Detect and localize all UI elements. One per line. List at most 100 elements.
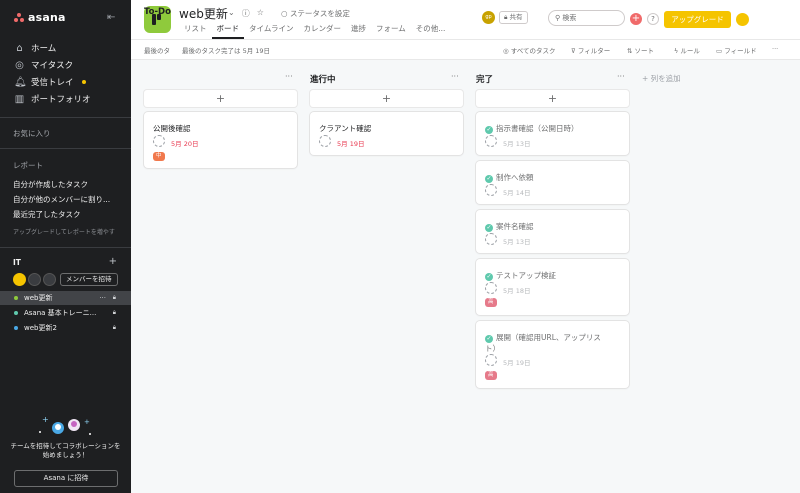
task-title: ✓ 制作へ依頼 [485, 173, 534, 183]
column-title[interactable]: 完了 [476, 73, 493, 85]
add-task-button[interactable]: + [476, 90, 629, 107]
completed-check-icon[interactable]: ✓ [485, 175, 493, 183]
assignee-icon[interactable] [485, 354, 497, 366]
nav-home[interactable]: ⌂ ホーム [14, 42, 56, 55]
chevron-down-icon[interactable]: ⌄ [228, 8, 235, 19]
due-date[interactable]: 5月 19日 [337, 138, 364, 148]
upgrade-reports-link[interactable]: アップグレードしてレポートを増やす [13, 227, 115, 236]
project-color-dot [14, 326, 18, 330]
tab-progress[interactable]: 進捗 [346, 23, 371, 39]
task-card[interactable]: ✓ 展開（確認用URL、アップリス ト） 5月 19日 高 [476, 321, 629, 388]
nav-inbox[interactable]: 🔔︎ 受信トレイ [14, 76, 86, 88]
assignee-icon[interactable] [485, 135, 497, 147]
user-avatar[interactable] [736, 13, 749, 26]
board-toolbar: 最後のタ 最後のタスク完了は 5月 19日 ◎ すべてのタスク ⊽ フィルター … [131, 40, 800, 60]
nav-portfolio[interactable]: ▥ ポートフォリオ [14, 93, 91, 106]
project-web-update[interactable]: web更新 ··· 🔒︎ [0, 291, 131, 305]
completed-check-icon[interactable]: ✓ [485, 273, 493, 281]
column-title[interactable]: 進行中 [310, 73, 336, 85]
search-input[interactable]: ⚲ 検索 [548, 10, 625, 26]
due-date[interactable]: 5月 13日 [503, 236, 530, 246]
tab-calendar[interactable]: カレンダー [298, 23, 346, 39]
unread-dot [81, 80, 86, 84]
avatar[interactable] [43, 273, 56, 286]
report-assigned-by-me[interactable]: 自分が他のメンバーに割り... [13, 194, 110, 205]
column-more-icon[interactable]: ··· [617, 72, 625, 81]
logo-text: asana [28, 11, 66, 24]
project-asana-training[interactable]: Asana 基本トレーニ... 🔒︎ [0, 306, 131, 320]
sidebar: asana ⇤ ⌂ ホーム ◎ マイタスク 🔔︎ 受信トレイ ▥ ポートフォリオ… [0, 0, 131, 493]
add-task-button[interactable]: + [144, 90, 297, 107]
more-options-icon[interactable]: ··· [772, 45, 778, 53]
avatar[interactable] [13, 273, 26, 286]
info-icon[interactable]: ⓘ [242, 8, 250, 19]
completed-check-icon[interactable]: ✓ [485, 335, 493, 343]
assignee-icon[interactable] [153, 135, 165, 147]
completed-check-icon[interactable]: ✓ [485, 126, 493, 134]
due-date[interactable]: 5月 19日 [503, 357, 530, 367]
avatar[interactable] [28, 273, 41, 286]
fields-button[interactable]: ▭ フィールド [716, 45, 757, 55]
nav-my-tasks-label: マイタスク [31, 61, 74, 71]
priority-tag[interactable]: 中 [153, 152, 165, 161]
add-column-button[interactable]: + 列を追加 [642, 73, 681, 84]
check-circle-icon: ◎ [15, 59, 24, 71]
tab-board[interactable]: ボード [211, 23, 244, 39]
task-card[interactable]: ✓ テストアップ検証 5月 18日 高 [476, 259, 629, 315]
due-date[interactable]: 5月 20日 [171, 138, 198, 148]
favorites-title[interactable]: お気に入り [13, 128, 51, 139]
collapse-sidebar-icon[interactable]: ⇤ [107, 13, 119, 23]
invite-to-asana-button[interactable]: Asana に招待 [14, 470, 118, 487]
tab-list[interactable]: リスト [179, 23, 212, 39]
nav-my-tasks[interactable]: ◎ マイタスク [14, 59, 74, 72]
report-recently-completed[interactable]: 最近完了したタスク [13, 209, 81, 220]
due-date[interactable]: 5月 18日 [503, 285, 530, 295]
sidebar-divider [0, 247, 131, 248]
reports-title[interactable]: レポート [13, 160, 43, 171]
tab-forms[interactable]: フォーム [371, 23, 411, 39]
invite-members-button[interactable]: メンバーを招待 [60, 273, 118, 286]
priority-tag[interactable]: 高 [485, 371, 497, 380]
upgrade-button[interactable]: アップグレード [664, 11, 731, 28]
tab-timeline[interactable]: タイムライン [244, 23, 298, 39]
completed-check-icon[interactable]: ✓ [485, 224, 493, 232]
nav-inbox-label: 受信トレイ [31, 78, 74, 88]
all-tasks-filter[interactable]: ◎ すべてのタスク [503, 45, 556, 55]
due-date[interactable]: 5月 14日 [503, 187, 530, 197]
team-name[interactable]: IT [13, 258, 21, 267]
quick-add-button[interactable]: + [630, 13, 642, 25]
rules-button[interactable]: ϟ ルール [674, 45, 700, 55]
set-status-button[interactable]: ○ ステータスを設定 [281, 8, 350, 19]
due-date[interactable]: 5月 13日 [503, 138, 530, 148]
share-button[interactable]: 🔒︎ 共有 [499, 11, 528, 24]
assignee-icon[interactable] [485, 184, 497, 196]
task-card[interactable]: ✓ 制作へ依頼 5月 14日 [476, 161, 629, 204]
task-card[interactable]: クラアント確認 5月 19日 [310, 112, 463, 155]
add-task-button[interactable]: + [310, 90, 463, 107]
column-title[interactable]: To-Do [144, 7, 171, 17]
task-card[interactable]: 公開後確認 5月 20日 中 [144, 112, 297, 168]
tab-more[interactable]: その他... [411, 23, 451, 39]
page-title[interactable]: web更新 [179, 5, 228, 22]
sort-button[interactable]: ⇅ ソート [627, 45, 654, 55]
more-icon[interactable]: ··· [99, 294, 106, 302]
add-project-icon[interactable]: + [109, 256, 117, 267]
asana-logo[interactable]: asana [14, 11, 66, 24]
assignee-icon[interactable] [319, 135, 331, 147]
project-web-update-2[interactable]: web更新2 🔒︎ [0, 321, 131, 335]
avatar[interactable]: gp [482, 11, 495, 24]
assignee-icon[interactable] [485, 233, 497, 245]
column-more-icon[interactable]: ··· [285, 72, 293, 81]
last-completed-text: 最後のタスク完了は 5月 19日 [182, 47, 271, 55]
title-icons: ⌄ ⓘ ☆ [228, 8, 264, 19]
star-icon[interactable]: ☆ [257, 8, 264, 19]
help-button[interactable]: ? [647, 13, 659, 25]
task-card[interactable]: ✓ 指示書確認（公開日時） 5月 13日 [476, 112, 629, 155]
report-created-by-me[interactable]: 自分が作成したタスク [13, 179, 88, 190]
priority-tag[interactable]: 高 [485, 298, 497, 307]
task-card[interactable]: ✓ 案件名確認 5月 13日 [476, 210, 629, 253]
column-more-icon[interactable]: ··· [451, 72, 459, 81]
view-tabs: リスト ボード タイムライン カレンダー 進捗 フォーム その他... [179, 23, 450, 39]
assignee-icon[interactable] [485, 282, 497, 294]
filter-button[interactable]: ⊽ フィルター [571, 45, 610, 55]
